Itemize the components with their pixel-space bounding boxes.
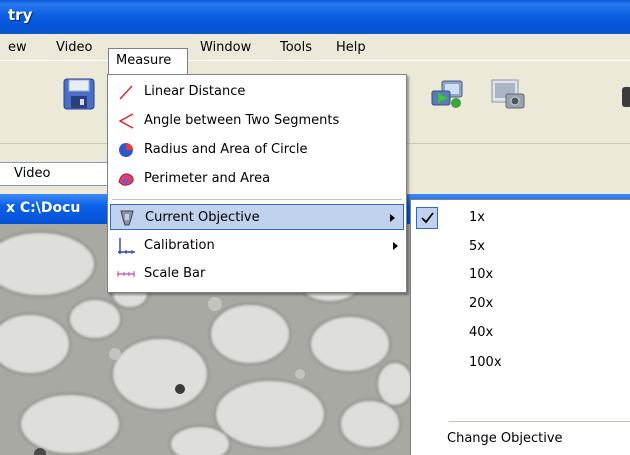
menu-item-label: Angle between Two Segments bbox=[144, 113, 340, 128]
calibration-icon bbox=[118, 238, 135, 254]
selected-check bbox=[416, 207, 438, 229]
circle-icon bbox=[119, 143, 133, 157]
objective-option-20x[interactable]: 20x bbox=[469, 292, 493, 316]
menu-item-label: Calibration bbox=[144, 238, 215, 253]
menu-tools[interactable]: Tools bbox=[274, 38, 318, 58]
menu-window[interactable]: Window bbox=[194, 38, 257, 58]
objective-submenu: 1x 5x 10x 20x 40x 100x Change Objective bbox=[410, 199, 630, 455]
objective-option-100x[interactable]: 100x bbox=[469, 351, 502, 375]
document-title: x C:\Docu bbox=[6, 200, 81, 216]
perimeter-icon bbox=[118, 173, 134, 186]
toolbar-overflow-icon[interactable] bbox=[620, 81, 630, 111]
save-icon[interactable] bbox=[62, 77, 96, 111]
objective-option-5x[interactable]: 5x bbox=[469, 235, 485, 259]
menu-bar: ew Video Window Tools Help bbox=[0, 34, 630, 60]
menu-video[interactable]: Video bbox=[50, 38, 98, 58]
menu-view[interactable]: ew bbox=[2, 38, 33, 58]
menu-item-label: Scale Bar bbox=[144, 266, 206, 281]
submenu-arrow-icon bbox=[393, 242, 398, 250]
menu-item-label: Linear Distance bbox=[144, 84, 246, 99]
change-objective-item[interactable]: Change Objective bbox=[447, 428, 563, 450]
angle-icon bbox=[118, 113, 134, 129]
menu-item-angle[interactable]: Angle between Two Segments bbox=[108, 108, 406, 134]
objective-icon bbox=[120, 210, 134, 226]
objective-option-40x[interactable]: 40x bbox=[469, 321, 493, 345]
measure-menu: Linear Distance Angle between Two Segmen… bbox=[107, 74, 407, 293]
menu-item-label: Radius and Area of Circle bbox=[144, 142, 308, 157]
menu-item-linear-distance[interactable]: Linear Distance bbox=[108, 79, 406, 105]
menu-item-current-objective[interactable]: Current Objective bbox=[110, 204, 404, 230]
submenu-arrow-icon bbox=[390, 214, 395, 222]
menu-item-scale-bar[interactable]: Scale Bar bbox=[108, 261, 406, 287]
objective-option-1x[interactable]: 1x bbox=[469, 206, 485, 230]
video-capture-icon[interactable] bbox=[430, 77, 466, 111]
menu-measure-label: Measure bbox=[116, 53, 172, 68]
objective-option-10x[interactable]: 10x bbox=[469, 263, 493, 287]
checkmark-icon bbox=[421, 212, 434, 224]
submenu-separator bbox=[449, 421, 630, 422]
menu-item-label: Current Objective bbox=[145, 210, 260, 225]
video-source-combo[interactable]: Video bbox=[0, 162, 120, 186]
menu-help[interactable]: Help bbox=[330, 38, 372, 58]
app-title: try bbox=[8, 6, 33, 24]
scale-bar-icon bbox=[117, 271, 135, 277]
menu-measure-open[interactable]: Measure bbox=[108, 48, 188, 74]
menu-item-radius-area[interactable]: Radius and Area of Circle bbox=[108, 137, 406, 163]
linear-distance-icon bbox=[119, 85, 133, 100]
menu-separator bbox=[112, 199, 402, 200]
menu-item-perimeter-area[interactable]: Perimeter and Area bbox=[108, 166, 406, 192]
app-title-bar: try bbox=[0, 0, 630, 34]
menu-item-label: Perimeter and Area bbox=[144, 171, 271, 186]
menu-item-calibration[interactable]: Calibration bbox=[108, 233, 406, 259]
snapshot-icon[interactable] bbox=[490, 77, 526, 111]
